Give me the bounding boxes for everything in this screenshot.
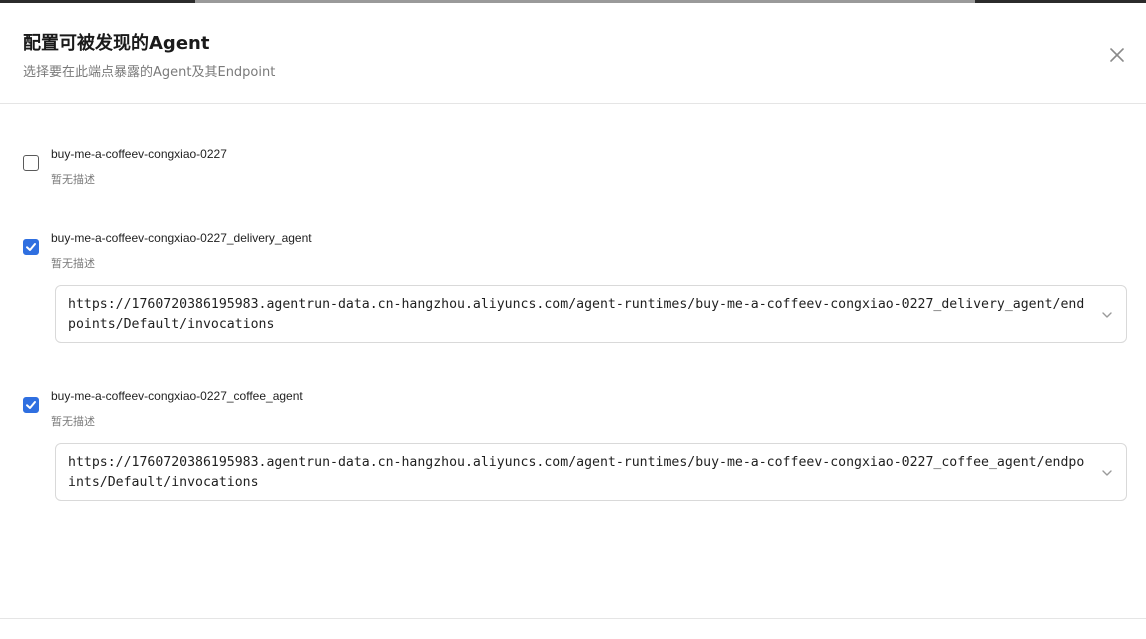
endpoint-select[interactable]: https://1760720386195983.agentrun-data.c…: [55, 443, 1127, 501]
check-icon: [26, 401, 36, 409]
dialog-footer-divider: [0, 618, 1146, 619]
agent-name: buy-me-a-coffeev-congxiao-0227_delivery_…: [51, 231, 312, 245]
agent-description: 暂无描述: [51, 415, 95, 428]
dialog-subtitle: 选择要在此端点暴露的Agent及其Endpoint: [23, 65, 276, 80]
agent-checkbox[interactable]: [23, 397, 39, 413]
dialog-title: 配置可被发现的Agent: [23, 33, 210, 54]
agent-name: buy-me-a-coffeev-congxiao-0227_coffee_ag…: [51, 389, 303, 403]
configure-agents-dialog: 配置可被发现的Agent 选择要在此端点暴露的Agent及其Endpoint b…: [0, 3, 1146, 639]
agent-checkbox[interactable]: [23, 155, 39, 171]
close-icon: [1110, 48, 1124, 62]
endpoint-select[interactable]: https://1760720386195983.agentrun-data.c…: [55, 285, 1127, 343]
close-button[interactable]: [1105, 43, 1129, 67]
chevron-down-icon: [1102, 470, 1112, 476]
agent-name: buy-me-a-coffeev-congxiao-0227: [51, 147, 227, 161]
agent-description: 暂无描述: [51, 173, 95, 186]
endpoint-value: https://1760720386195983.agentrun-data.c…: [68, 455, 1085, 490]
chevron-down-icon: [1102, 312, 1112, 318]
dialog-header: 配置可被发现的Agent 选择要在此端点暴露的Agent及其Endpoint: [0, 3, 1146, 104]
agent-description: 暂无描述: [51, 257, 95, 270]
agent-list: buy-me-a-coffeev-congxiao-0227 暂无描述 buy-…: [0, 104, 1146, 618]
endpoint-value: https://1760720386195983.agentrun-data.c…: [68, 297, 1085, 332]
agent-checkbox[interactable]: [23, 239, 39, 255]
check-icon: [26, 243, 36, 251]
